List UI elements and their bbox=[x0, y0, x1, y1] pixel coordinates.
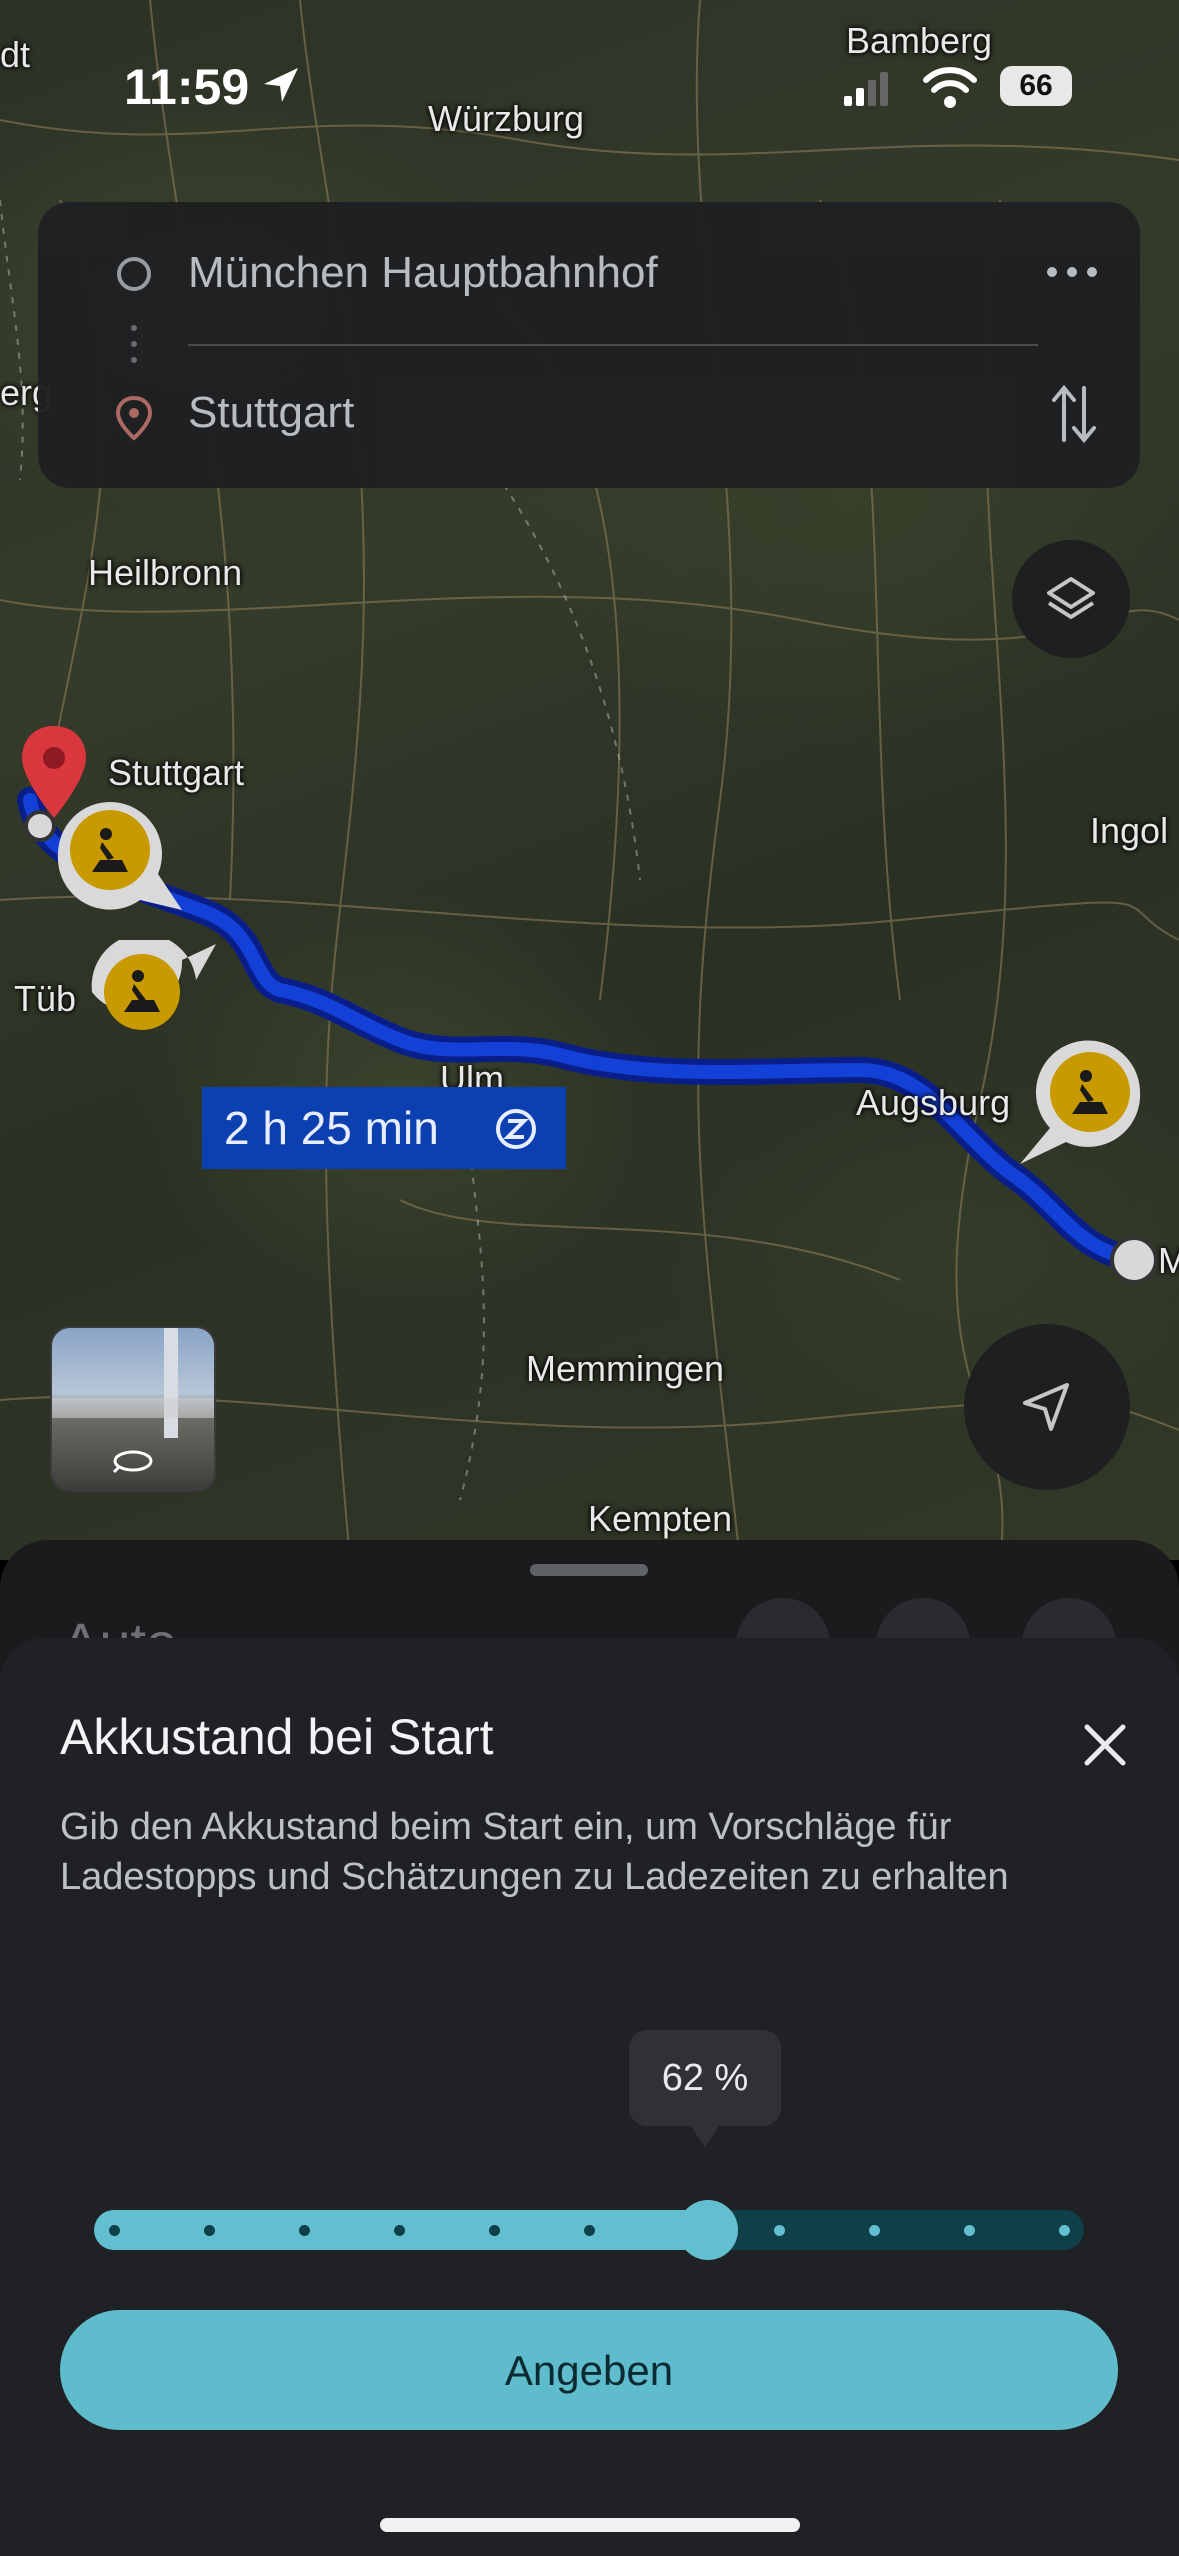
navigate-icon bbox=[1023, 1383, 1069, 1431]
slider-tick bbox=[204, 2225, 215, 2236]
slider-track-inactive bbox=[708, 2210, 1084, 2250]
sheet-drag-handle[interactable] bbox=[530, 1564, 648, 1576]
maps-screen: Bamberg Würzburg Heilbronn Stuttgart Ing… bbox=[0, 0, 1179, 2556]
directions-card: München Hauptbahnhof Stuttgart bbox=[38, 202, 1140, 488]
location-arrow-icon bbox=[264, 68, 298, 102]
dialog-title: Akkustand bei Start bbox=[60, 1709, 494, 1765]
city-label: Heilbronn bbox=[88, 552, 243, 593]
slider-tick bbox=[964, 2225, 975, 2236]
rotate-360-icon bbox=[112, 1450, 153, 1474]
destination-field[interactable]: Stuttgart bbox=[188, 388, 354, 438]
layers-icon bbox=[1047, 577, 1095, 619]
signal-icon bbox=[844, 72, 888, 106]
slider-tick bbox=[394, 2225, 405, 2236]
status-time: 11:59 bbox=[124, 59, 250, 115]
dialog-description: Gib den Akkustand beim Start ein, um Vor… bbox=[60, 1806, 1009, 1898]
more-icon[interactable] bbox=[1044, 262, 1100, 282]
construction-marker[interactable] bbox=[52, 800, 182, 920]
construction-icon bbox=[1020, 1040, 1141, 1164]
eco-z-icon bbox=[496, 1109, 536, 1149]
city-label: Tüb bbox=[14, 978, 77, 1019]
slider-tick bbox=[584, 2225, 595, 2236]
wifi-icon bbox=[923, 67, 977, 108]
submit-button[interactable]: Angeben bbox=[60, 2310, 1118, 2430]
battery-icon: 66 bbox=[1000, 66, 1072, 106]
slider-tick bbox=[1059, 2225, 1070, 2236]
swap-icon[interactable] bbox=[1048, 382, 1100, 446]
city-label: Ingol bbox=[1090, 810, 1169, 851]
destination-row[interactable]: Stuttgart bbox=[38, 354, 1140, 474]
route-duration-label[interactable]: 2 h 25 min bbox=[202, 1087, 566, 1169]
origin-row[interactable]: München Hauptbahnhof bbox=[38, 214, 1140, 334]
city-label: Augsburg bbox=[856, 1082, 1011, 1123]
city-label: Stuttgart bbox=[108, 752, 245, 793]
battery-level-slider[interactable] bbox=[94, 2200, 1084, 2260]
city-label: M bbox=[1158, 1240, 1179, 1281]
status-bar: 11:59 66 bbox=[0, 0, 1179, 170]
street-view-thumbnail[interactable] bbox=[50, 1326, 216, 1492]
construction-marker[interactable] bbox=[86, 933, 216, 1050]
slider-tick bbox=[489, 2225, 500, 2236]
slider-value-tooltip: 62 % bbox=[629, 2030, 781, 2148]
navigate-button[interactable] bbox=[964, 1324, 1130, 1490]
origin-circle-icon bbox=[117, 257, 151, 291]
home-indicator bbox=[380, 2518, 800, 2532]
construction-icon bbox=[91, 933, 216, 1030]
destination-pin-icon bbox=[115, 395, 153, 441]
close-icon bbox=[1084, 1724, 1126, 1766]
close-button[interactable] bbox=[1060, 1700, 1150, 1790]
city-label: Memmingen bbox=[526, 1348, 725, 1389]
field-divider bbox=[188, 344, 1038, 346]
slider-tick bbox=[869, 2225, 880, 2236]
slider-tick bbox=[299, 2225, 310, 2236]
battery-level-dialog: Akkustand bei Start Gib den Akkustand be… bbox=[0, 1638, 1179, 2556]
slider-tick bbox=[774, 2225, 785, 2236]
slider-tick bbox=[109, 2225, 120, 2236]
route-duration-text: 2 h 25 min bbox=[224, 1102, 439, 1154]
construction-icon bbox=[57, 802, 182, 910]
slider-thumb[interactable] bbox=[678, 2200, 738, 2260]
origin-field[interactable]: München Hauptbahnhof bbox=[188, 248, 658, 298]
city-label: Kempten bbox=[588, 1498, 733, 1539]
construction-marker[interactable] bbox=[1010, 1040, 1150, 1170]
layers-button[interactable] bbox=[1012, 540, 1130, 658]
